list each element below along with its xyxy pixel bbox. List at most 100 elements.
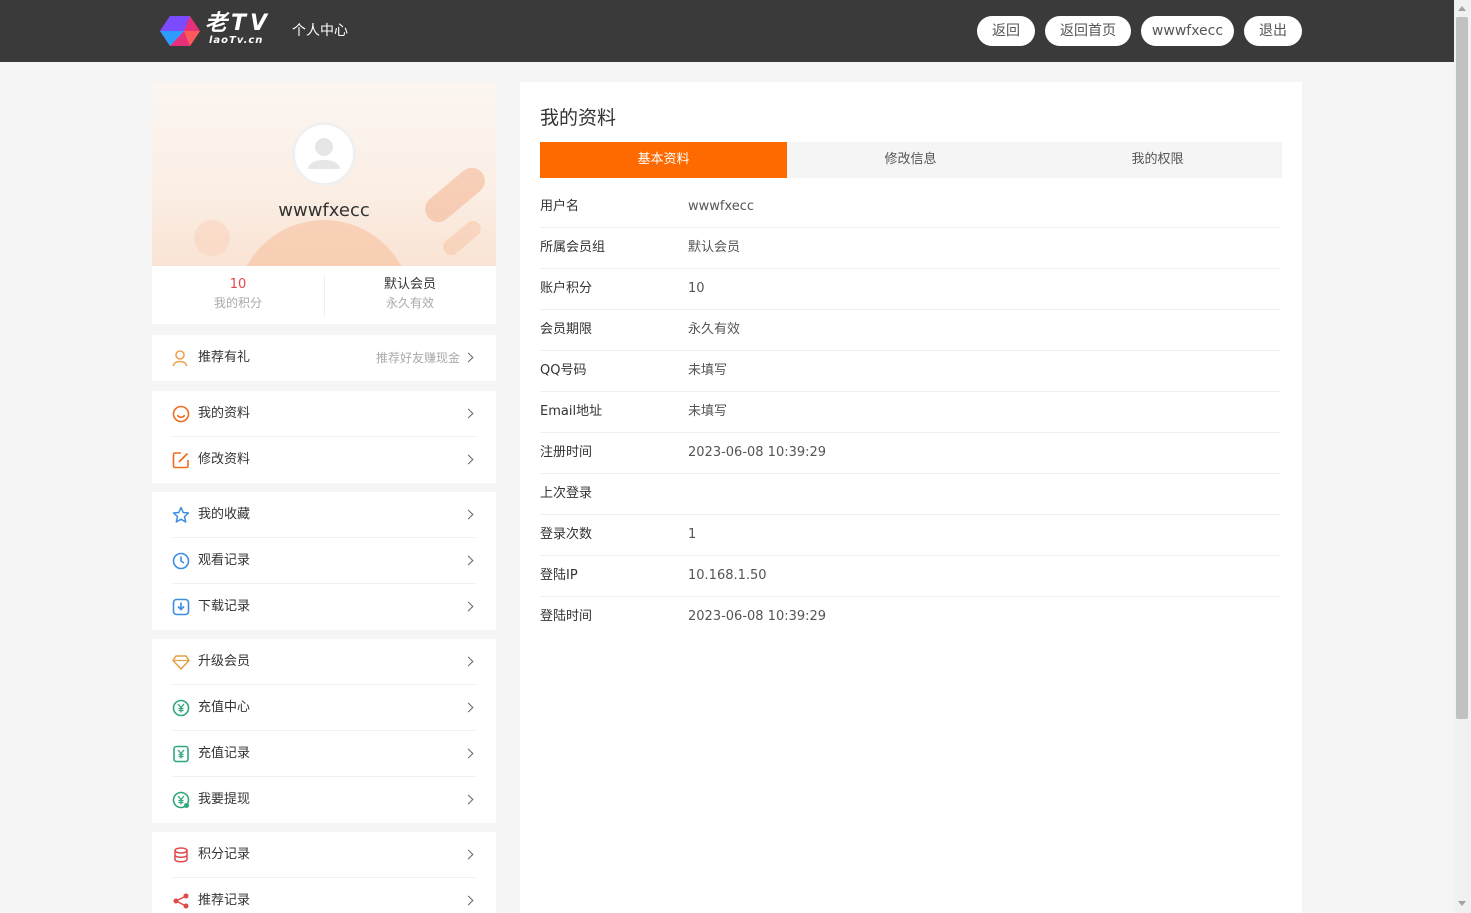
site-logo[interactable]: 老TV laoTv.cn (160, 12, 272, 50)
user-avatar-icon (308, 138, 340, 169)
menu-item-referral-history[interactable]: 推荐记录 (172, 878, 476, 913)
menu-item-referral[interactable]: 推荐有礼 推荐好友赚现金 (172, 335, 476, 381)
home-button[interactable]: 返回首页 (1045, 16, 1131, 46)
scroll-up-arrow-icon[interactable] (1458, 6, 1466, 11)
info-key: 注册时间 (540, 445, 593, 460)
info-value: 10.168.1.50 (688, 568, 767, 583)
referral-hint: 推荐好友赚现金 (375, 351, 460, 365)
points-stat[interactable]: 10 我的积分 (152, 276, 324, 312)
clock-icon (172, 552, 190, 570)
avatar[interactable] (292, 122, 356, 186)
info-row-username: 用户名 wwwfxecc (540, 187, 1280, 228)
smile-icon (172, 405, 190, 423)
chevron-right-icon (463, 408, 474, 419)
menu-label: 推荐有礼 (198, 350, 251, 365)
tab-bar: 基本资料 修改信息 我的权限 (540, 142, 1282, 178)
chevron-right-icon (463, 454, 474, 465)
menu-label: 升级会员 (198, 654, 251, 669)
menu-item-recharge-history[interactable]: 充值记录 (172, 731, 476, 777)
menu-item-download-history[interactable]: 下载记录 (172, 584, 476, 630)
member-group-stat[interactable]: 默认会员 永久有效 (324, 276, 496, 312)
edit-icon (172, 452, 189, 469)
scrollbar[interactable] (1454, 0, 1471, 913)
tab-permissions[interactable]: 我的权限 (1034, 142, 1281, 178)
info-key: 上次登录 (540, 486, 593, 501)
profile-card: wwwfxecc (152, 82, 496, 266)
yen-receipt-icon (173, 745, 189, 763)
info-key: 登录次数 (540, 527, 593, 542)
menu-label: 我的收藏 (198, 507, 251, 522)
menu-label: 修改资料 (198, 452, 251, 467)
menu-label: 我的资料 (198, 406, 251, 421)
info-value: wwwfxecc (688, 199, 755, 214)
logo-text: 老TV (205, 11, 272, 36)
panel-title: 我的资料 (540, 107, 617, 129)
info-key: 账户积分 (540, 281, 593, 296)
chevron-right-icon (463, 352, 474, 363)
info-key: 用户名 (540, 199, 580, 214)
info-key: 登陆IP (540, 568, 578, 583)
member-group-label: 永久有效 (385, 296, 434, 310)
menu-group-points: 积分记录 推荐记录 (152, 832, 496, 913)
menu-item-favorites[interactable]: 我的收藏 (172, 492, 476, 538)
decor-circle (236, 220, 412, 266)
chevron-right-icon (463, 748, 474, 759)
menu-item-upgrade[interactable]: 升级会员 (172, 639, 476, 685)
info-key: QQ号码 (540, 363, 587, 378)
chevron-right-icon (463, 849, 474, 860)
menu-item-watch-history[interactable]: 观看记录 (172, 538, 476, 584)
member-group-value: 默认会员 (383, 277, 436, 292)
menu-item-points-history[interactable]: 积分记录 (172, 832, 476, 878)
info-value: 未填写 (688, 363, 728, 378)
info-key: 会员期限 (540, 322, 593, 337)
top-bar: 老TV laoTv.cn 个人中心 返回 返回首页 wwwfxecc 退出 (0, 0, 1454, 62)
info-row-register-time: 注册时间 2023-06-08 10:39:29 (540, 433, 1280, 474)
info-row-login-time: 登陆时间 2023-06-08 10:39:29 (540, 597, 1280, 638)
chevron-right-icon (463, 702, 474, 713)
logo-subtext: laoTv.cn (209, 35, 264, 46)
profile-username: wwwfxecc (278, 200, 370, 221)
menu-item-recharge-center[interactable]: 充值中心 (172, 685, 476, 731)
menu-label: 充值中心 (198, 700, 251, 715)
referral-card: 推荐有礼 推荐好友赚现金 (152, 335, 496, 381)
info-value: 10 (688, 281, 705, 296)
scroll-down-arrow-icon[interactable] (1458, 901, 1466, 906)
info-value: 2023-06-08 10:39:29 (688, 609, 827, 624)
tab-edit-info[interactable]: 修改信息 (787, 142, 1034, 178)
menu-label: 积分记录 (198, 847, 251, 862)
info-row-qq-number: QQ号码 未填写 (540, 351, 1280, 392)
menu-group-profile: 我的资料 修改资料 (152, 391, 496, 483)
chevron-right-icon (463, 555, 474, 566)
tab-basic-info[interactable]: 基本资料 (540, 142, 787, 178)
download-icon (172, 598, 190, 616)
menu-label: 推荐记录 (198, 893, 251, 908)
menu-label: 下载记录 (198, 599, 251, 614)
stats-card: 10 我的积分 默认会员 永久有效 (152, 266, 496, 324)
scroll-thumb[interactable] (1456, 17, 1468, 719)
menu-item-edit-profile[interactable]: 修改资料 (172, 437, 476, 483)
coins-icon (174, 847, 188, 863)
info-value: 2023-06-08 10:39:29 (688, 445, 827, 460)
star-icon (172, 506, 190, 523)
menu-label: 观看记录 (198, 553, 251, 568)
info-row-membership-term: 会员期限 永久有效 (540, 310, 1280, 351)
logo-mark-icon (160, 16, 200, 46)
menu-label: 我要提现 (198, 792, 251, 807)
back-button[interactable]: 返回 (977, 16, 1035, 46)
info-key: 登陆时间 (540, 609, 593, 624)
info-row-last-login: 上次登录 (540, 474, 1280, 515)
decor-circle (194, 220, 230, 256)
user-button[interactable]: wwwfxecc (1141, 16, 1234, 46)
logout-button[interactable]: 退出 (1244, 16, 1302, 46)
points-label: 我的积分 (213, 296, 262, 310)
share-icon (173, 893, 189, 909)
info-row-account-points: 账户积分 10 (540, 269, 1280, 310)
menu-item-my-profile[interactable]: 我的资料 (172, 391, 476, 437)
menu-item-withdraw[interactable]: 我要提现 (172, 777, 476, 823)
info-key: 所属会员组 (540, 240, 606, 255)
decor-pill (440, 217, 484, 259)
info-row-login-count: 登录次数 1 (540, 515, 1280, 556)
info-key: Email地址 (540, 404, 603, 419)
chevron-right-icon (463, 601, 474, 612)
user-icon (172, 350, 188, 367)
